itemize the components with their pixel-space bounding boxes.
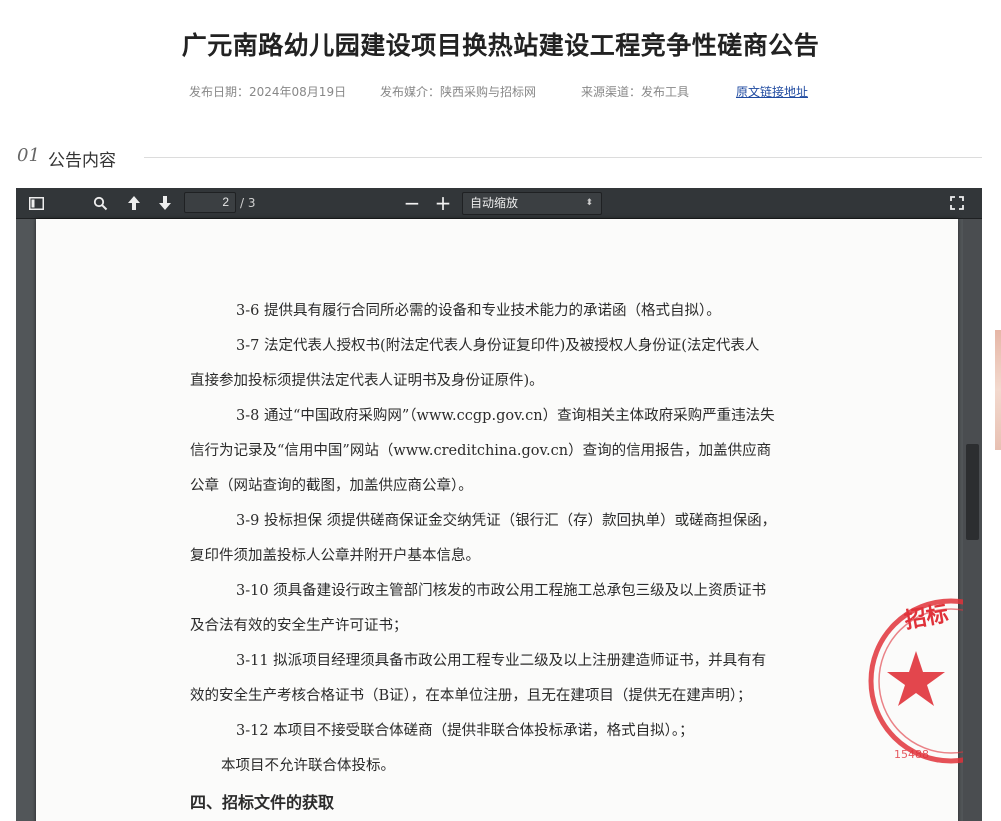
doc-line: 本项目不允许联合体投标。	[221, 758, 395, 774]
section-divider	[144, 157, 982, 158]
doc-line: 3-8 通过“中国政府采购网”（www.ccgp.gov.cn）查询相关主体政府…	[236, 408, 775, 424]
section-title: 公告内容	[48, 151, 116, 171]
page-count: / 3	[240, 196, 256, 210]
doc-line: 3-9 投标担保 须提供磋商保证金交纳凭证（银行汇（存）款回执单）或磋商担保函，	[236, 513, 777, 529]
fullscreen-icon[interactable]	[944, 191, 970, 215]
doc-line: 复印件须加盖投标人公章并附开户基本信息。	[190, 548, 480, 564]
doc-line: 效的安全生产考核合格证书（B证），在本单位注册，且无在建项目（提供无在建声明）；	[190, 688, 752, 704]
doc-heading: 四、招标文件的获取	[190, 793, 335, 812]
zoom-select[interactable]: 自动缩放 ⬍	[462, 192, 602, 215]
publish-date: 发布日期：2024年08月19日	[189, 85, 347, 99]
doc-line: 3-6 提供具有履行合同所必需的设备和专业技术能力的承诺函（格式自拟）。	[236, 303, 721, 319]
zoom-in-button[interactable]: +	[430, 191, 456, 215]
page-header: 广元南路幼儿园建设项目换热站建设工程竞争性磋商公告 发布日期：2024年08月1…	[0, 0, 1001, 120]
doc-line: 公章（网站查询的截图，加盖供应商公章）。	[190, 478, 473, 494]
doc-line: 3-11 拟派项目经理须具备市政公用工程专业二级及以上注册建造师证书，并具有有	[236, 653, 767, 669]
original-link[interactable]: 原文链接地址	[736, 83, 808, 100]
doc-line: 3-10 须具备建设行政主管部门核发的市政公用工程施工总承包三级及以上资质证书	[236, 583, 767, 599]
section-header: 01 公告内容	[17, 145, 983, 171]
pdf-toolbar: 2 / 3 − + 自动缩放 ⬍	[16, 188, 982, 219]
svg-text:15488: 15488	[894, 748, 929, 761]
chevron-updown-icon: ⬍	[585, 198, 593, 208]
page-title: 广元南路幼儿园建设项目换热站建设工程竞争性磋商公告	[181, 31, 820, 60]
search-icon[interactable]	[87, 191, 113, 215]
zoom-out-button[interactable]: −	[399, 191, 425, 215]
publish-media: 发布媒介：陕西采购与招标网	[380, 85, 537, 99]
scroll-thumb[interactable]	[966, 444, 979, 540]
pdf-page: 3-6 提供具有履行合同所必需的设备和专业技术能力的承诺函（格式自拟）。 3-7…	[36, 219, 958, 821]
arrow-down-icon[interactable]	[152, 191, 178, 215]
section-number: 01	[17, 145, 40, 166]
sidebar-icon[interactable]	[23, 191, 49, 215]
svg-text:招标: 招标	[903, 601, 951, 634]
pdf-viewer[interactable]: 2 / 3 − + 自动缩放 ⬍ 3-6 提供具有履行合同所必需的设备和专业技术…	[16, 188, 982, 821]
doc-line: 直接参加投标须提供法定代表人证明书及身份证原件)。	[190, 373, 544, 389]
doc-line: 3-7 法定代表人授权书(附法定代表人身份证复印件)及被授权人身份证(法定代表人	[236, 338, 760, 354]
edge-decoration	[995, 330, 1001, 450]
scrollbar[interactable]	[963, 219, 982, 821]
doc-line: 3-12 本项目不接受联合体磋商（提供非联合体投标承诺，格式自拟）。；	[236, 723, 694, 739]
arrow-up-icon[interactable]	[121, 191, 147, 215]
doc-line: 信行为记录及“信用中国”网站（www.creditchina.gov.cn）查询…	[190, 443, 772, 459]
source-channel: 来源渠道：发布工具	[581, 85, 690, 99]
zoom-select-value: 自动缩放	[470, 196, 519, 210]
page-number-input[interactable]: 2	[184, 192, 236, 213]
doc-line: 及合法有效的安全生产许可证书；	[190, 618, 408, 634]
